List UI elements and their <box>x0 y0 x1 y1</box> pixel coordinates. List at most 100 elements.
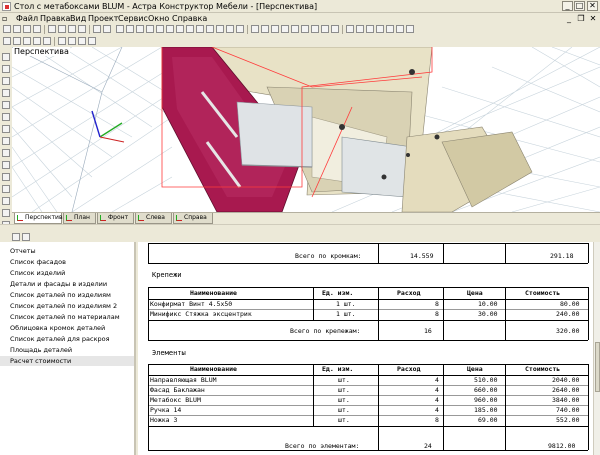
maximize-button[interactable]: □ <box>574 1 585 11</box>
menu-service[interactable]: Сервис <box>118 13 148 24</box>
list-item[interactable]: Список фасадов <box>0 257 134 267</box>
copy-object-icon[interactable] <box>2 125 10 133</box>
redo-icon[interactable] <box>103 25 111 33</box>
view-right-icon[interactable] <box>376 25 384 33</box>
orbit-icon[interactable] <box>2 77 10 85</box>
view-front-icon[interactable] <box>356 25 364 33</box>
handle-icon[interactable] <box>196 25 204 33</box>
zoom-in-icon[interactable] <box>301 25 309 33</box>
sum-icon[interactable] <box>216 25 224 33</box>
layers-icon[interactable] <box>78 37 86 45</box>
list-item[interactable]: Список деталей по материалам <box>0 312 134 322</box>
wireframe-icon[interactable] <box>261 25 269 33</box>
pointer-icon[interactable] <box>2 53 10 61</box>
ungroup-icon[interactable] <box>2 149 10 157</box>
zoom-fit-icon[interactable] <box>331 25 339 33</box>
tab-right[interactable]: Справа <box>173 213 213 224</box>
list-item[interactable]: Детали и фасады в изделии <box>0 279 134 289</box>
print-report-icon[interactable] <box>12 233 20 241</box>
list-item[interactable]: Список изделий <box>0 268 134 278</box>
export-report-icon[interactable] <box>22 233 30 241</box>
vertical-scrollbar[interactable] <box>593 242 600 455</box>
scrollbar-thumb[interactable] <box>595 342 600 392</box>
textured-icon[interactable] <box>281 25 289 33</box>
paste-icon[interactable] <box>68 25 76 33</box>
shelf-icon[interactable] <box>166 25 174 33</box>
view-back-icon[interactable] <box>396 25 404 33</box>
list-item-selected[interactable]: Расчет стоимости <box>0 356 134 366</box>
mdi-restore-button[interactable]: ❐ <box>576 14 586 23</box>
save-icon[interactable] <box>23 25 31 33</box>
list-item[interactable]: Список деталей по изделиям <box>0 290 134 300</box>
frame-icon[interactable] <box>156 25 164 33</box>
panel-icon[interactable] <box>116 25 124 33</box>
perspective-viewport[interactable]: Перспектива <box>12 47 600 212</box>
target-icon[interactable] <box>346 25 354 33</box>
grid-icon[interactable] <box>136 25 144 33</box>
mdi-close-button[interactable]: ✕ <box>588 14 598 23</box>
menu-help[interactable]: Справка <box>172 13 207 24</box>
menu-window[interactable]: Окно <box>148 13 169 24</box>
list-item[interactable]: Площадь деталей <box>0 345 134 355</box>
delete-object-icon[interactable] <box>2 113 10 121</box>
rotate-right-icon[interactable] <box>2 197 10 205</box>
scene-3d[interactable] <box>12 47 600 212</box>
cabinet-model[interactable] <box>161 47 533 212</box>
move-icon[interactable] <box>13 37 21 45</box>
minimize-button[interactable]: _ <box>562 1 573 11</box>
print-icon[interactable] <box>33 25 41 33</box>
splitter[interactable] <box>0 224 600 232</box>
align-icon[interactable] <box>43 37 51 45</box>
rotate-icon[interactable] <box>23 37 31 45</box>
mirror-icon[interactable] <box>33 37 41 45</box>
properties-icon[interactable] <box>88 37 96 45</box>
view-iso-icon[interactable] <box>406 25 414 33</box>
list-item[interactable]: Отчеты <box>0 246 134 256</box>
snap-icon[interactable] <box>68 37 76 45</box>
hanger-icon[interactable] <box>146 25 154 33</box>
copy-icon[interactable] <box>58 25 66 33</box>
cut-icon[interactable] <box>48 25 56 33</box>
flip-icon[interactable] <box>2 209 10 217</box>
undo-icon[interactable] <box>93 25 101 33</box>
tab-left[interactable]: Слева <box>135 213 172 224</box>
show-icon[interactable] <box>2 173 10 181</box>
new-icon[interactable] <box>3 25 11 33</box>
menu-edit[interactable]: Правка <box>40 13 70 24</box>
zoom-icon[interactable] <box>2 89 10 97</box>
rotate-left-icon[interactable] <box>2 185 10 193</box>
render-icon[interactable] <box>251 25 259 33</box>
view-top-icon[interactable] <box>386 25 394 33</box>
mdi-minimize-button[interactable]: _ <box>564 14 574 23</box>
close-button[interactable]: ✕ <box>587 1 598 11</box>
pan-icon[interactable] <box>2 65 10 73</box>
list-item[interactable]: Список деталей для раскроя <box>0 334 134 344</box>
drawer-icon[interactable] <box>186 25 194 33</box>
leg-icon[interactable] <box>206 25 214 33</box>
group-icon[interactable] <box>2 137 10 145</box>
tab-perspective[interactable]: Перспектива <box>14 213 66 224</box>
zoom-window-icon[interactable] <box>321 25 329 33</box>
report-view[interactable]: Всего по кромкам: 14.559 291.18 Крепежи … <box>138 242 593 455</box>
door-icon[interactable] <box>176 25 184 33</box>
menu-project[interactable]: Проект <box>88 13 118 24</box>
zoom-out-icon[interactable] <box>311 25 319 33</box>
list-item[interactable]: Облицовка кромок деталей <box>0 323 134 333</box>
select-icon[interactable] <box>3 37 11 45</box>
tab-plan[interactable]: План <box>63 213 96 224</box>
light-icon[interactable] <box>291 25 299 33</box>
box-icon[interactable] <box>126 25 134 33</box>
document-icon[interactable]: ▫ <box>2 13 12 23</box>
menu-view[interactable]: Вид <box>70 13 86 24</box>
menu-file[interactable]: Файл <box>16 13 38 24</box>
measure-icon[interactable] <box>58 37 66 45</box>
open-icon[interactable] <box>13 25 21 33</box>
tab-front[interactable]: Фронт <box>97 213 134 224</box>
delete-icon[interactable] <box>78 25 86 33</box>
table-icon[interactable] <box>236 25 244 33</box>
report-icon[interactable] <box>226 25 234 33</box>
list-item[interactable]: Список деталей по изделиям 2 <box>0 301 134 311</box>
view-left-icon[interactable] <box>366 25 374 33</box>
section-icon[interactable] <box>2 101 10 109</box>
shaded-icon[interactable] <box>271 25 279 33</box>
